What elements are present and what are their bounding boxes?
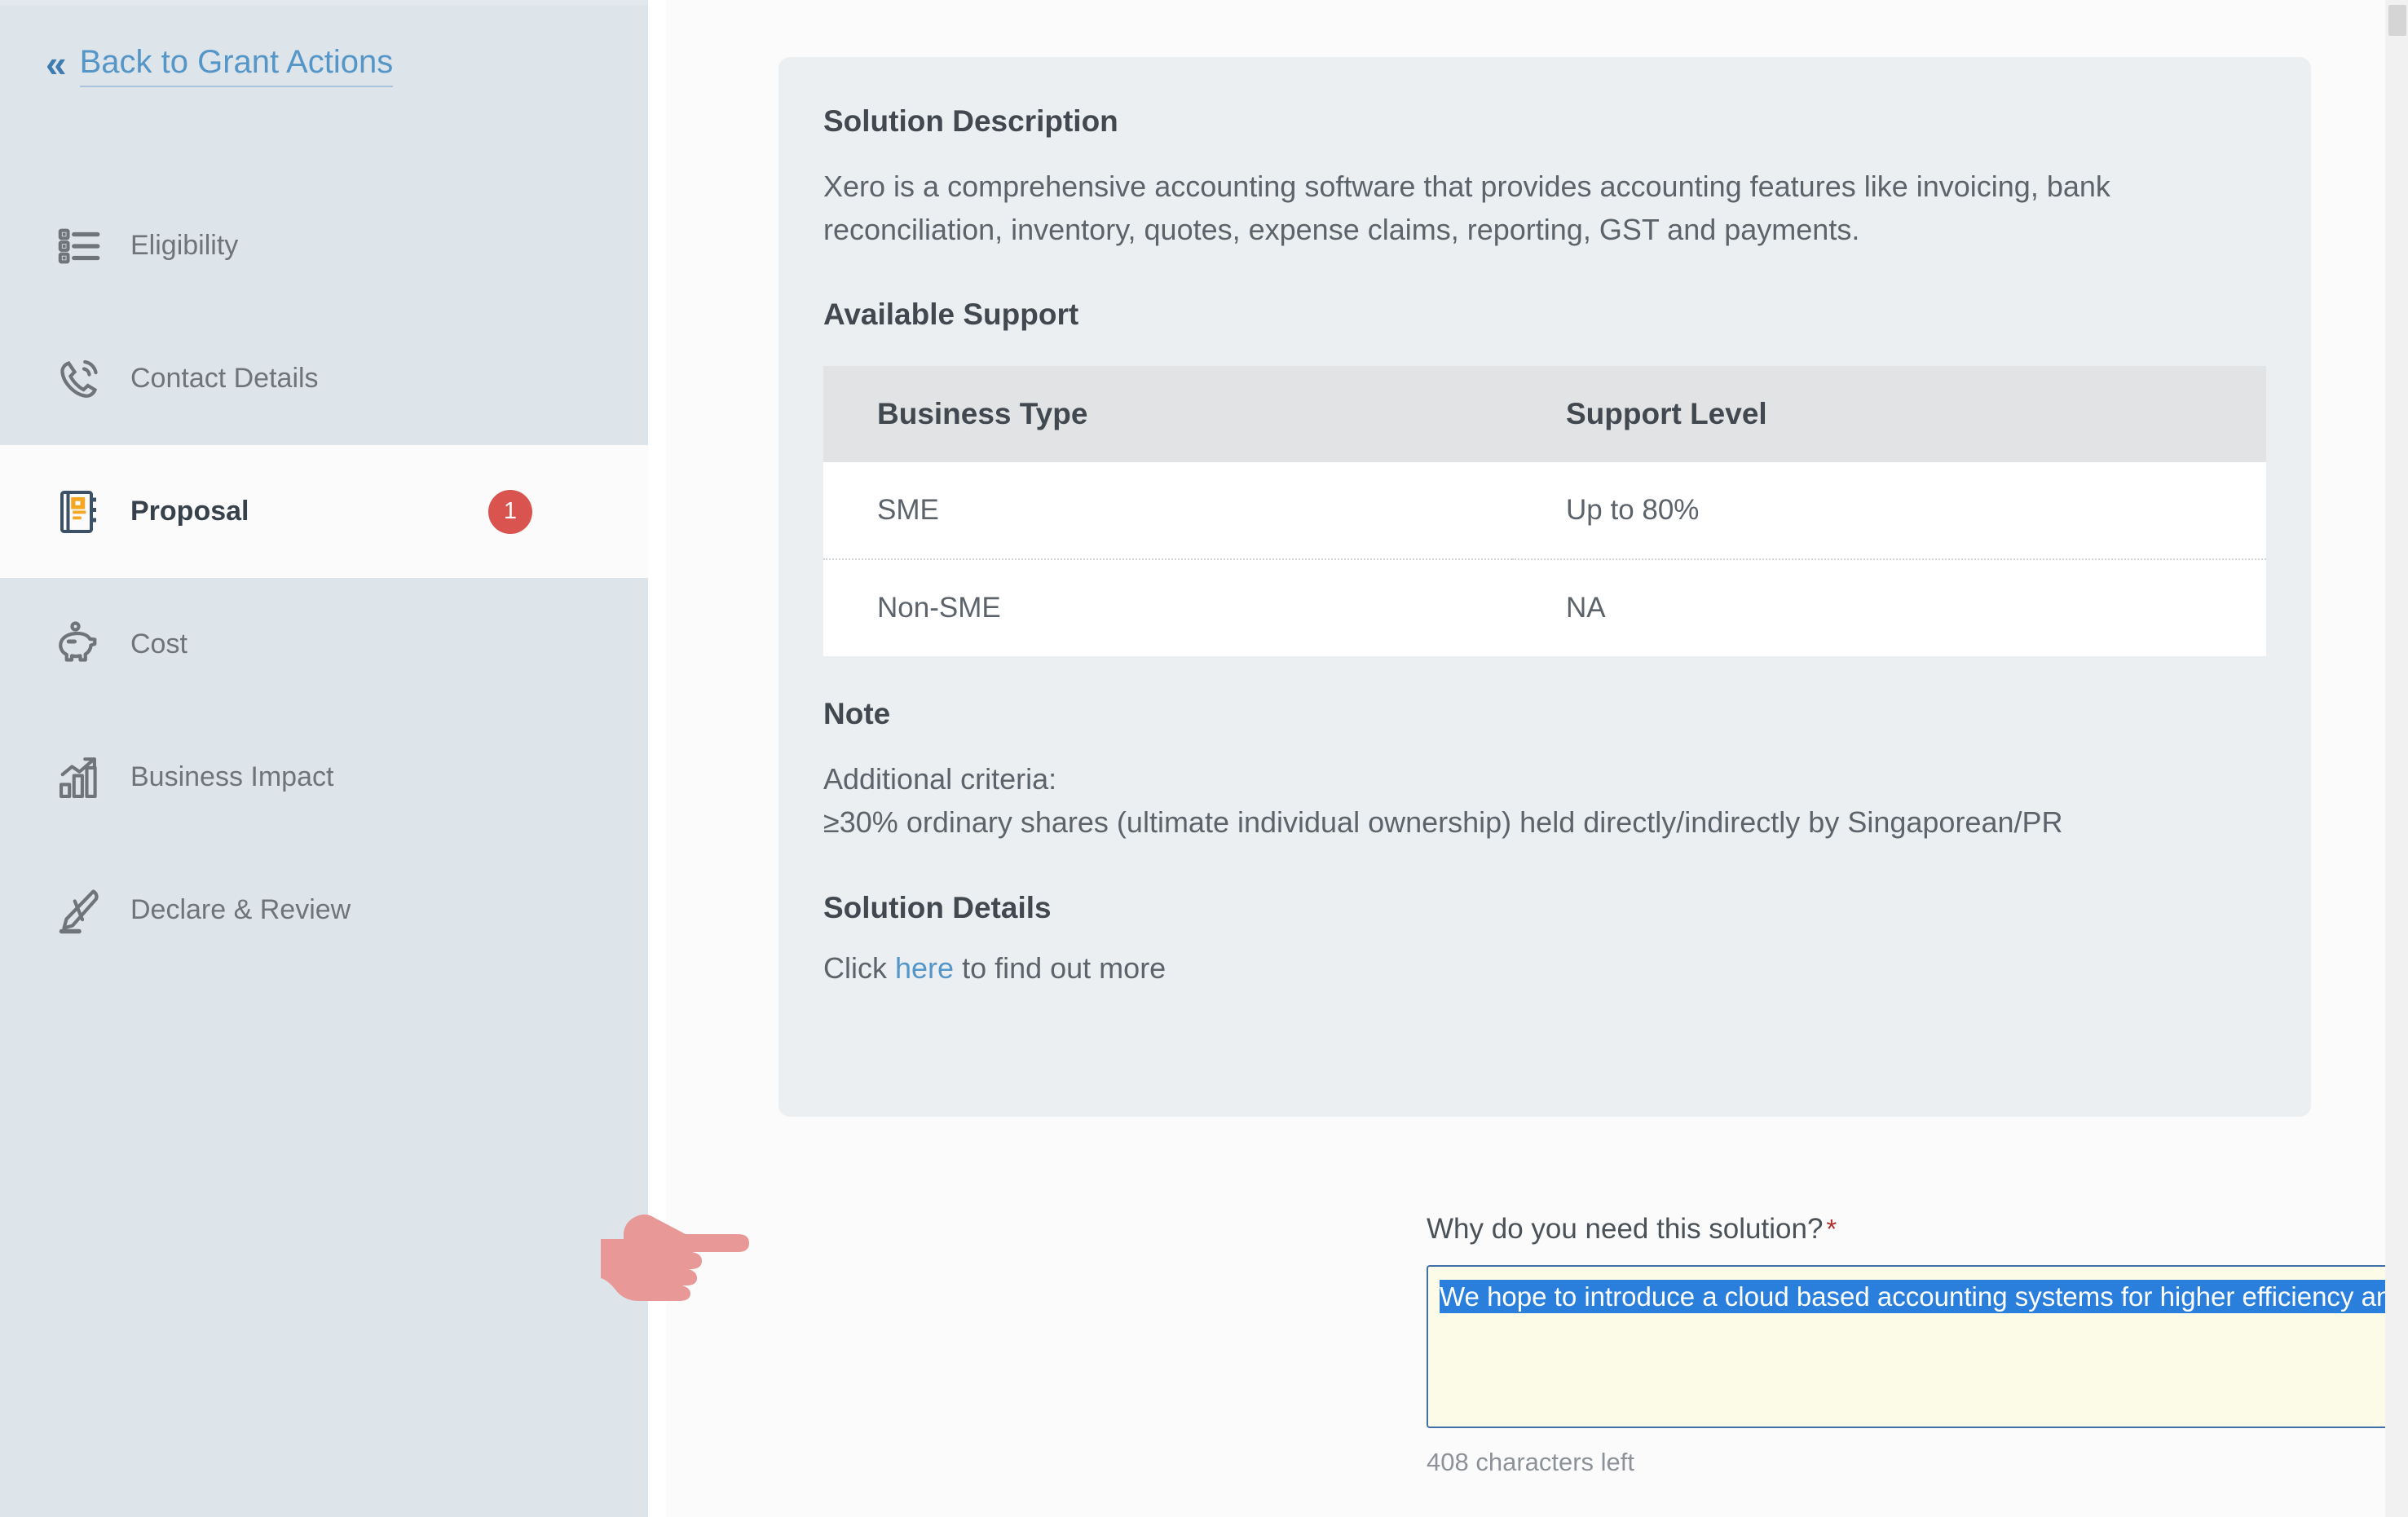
sidebar-item-declare-review[interactable]: Declare & Review bbox=[0, 844, 648, 977]
why-solution-label-text: Why do you need this solution? bbox=[1427, 1213, 1824, 1245]
note-line-shares: ≥30% ordinary shares (ultimate individua… bbox=[823, 805, 2063, 839]
status-badge: 1 bbox=[488, 489, 532, 534]
back-to-grant-actions-label: Back to Grant Actions bbox=[79, 42, 394, 87]
sidebar-item-label: Proposal bbox=[130, 496, 249, 527]
sidebar: « Back to Grant Actions Eligibility Cont… bbox=[0, 0, 648, 1517]
bar-chart-icon bbox=[51, 748, 109, 807]
double-chevron-left-icon: « bbox=[46, 42, 66, 85]
note-heading: Note bbox=[823, 696, 891, 730]
why-solution-input[interactable]: We hope to introduce a cloud based accou… bbox=[1427, 1265, 2408, 1428]
sidebar-item-label: Eligibility bbox=[130, 230, 239, 261]
pen-icon bbox=[51, 881, 109, 940]
cell-support-level: Up to 80% bbox=[1512, 461, 2266, 559]
why-solution-form-block: Why do you need this solution? * We hope … bbox=[1427, 1213, 2408, 1477]
sidebar-nav: Eligibility Contact Details Proposal 1 C… bbox=[0, 179, 648, 977]
column-header-business-type: Business Type bbox=[823, 365, 1512, 462]
details-suffix-text: to find out more bbox=[954, 951, 1167, 986]
content-left-gutter bbox=[648, 0, 666, 1517]
solution-info-card: Solution Description Xero is a comprehen… bbox=[778, 57, 2311, 1117]
sidebar-item-proposal[interactable]: Proposal 1 bbox=[0, 445, 648, 578]
back-to-grant-actions-link[interactable]: « Back to Grant Actions bbox=[46, 42, 394, 87]
support-table-head: Business Type Support Level bbox=[823, 365, 2266, 462]
available-support-heading: Available Support bbox=[823, 297, 1079, 331]
sidebar-item-contact-details[interactable]: Contact Details bbox=[0, 312, 648, 445]
main-content: Solution Description Xero is a comprehen… bbox=[648, 0, 2408, 1517]
phone-icon bbox=[51, 350, 109, 408]
support-table: Business Type Support Level SME Up to 80… bbox=[823, 365, 2266, 656]
application-window: « Back to Grant Actions Eligibility Cont… bbox=[0, 0, 2408, 1517]
table-row: SME Up to 80% bbox=[823, 461, 2266, 559]
solution-details-heading: Solution Details bbox=[823, 891, 1052, 925]
checklist-icon bbox=[51, 217, 109, 276]
support-table-body: SME Up to 80% Non-SME NA bbox=[823, 461, 2266, 656]
table-header-row: Business Type Support Level bbox=[823, 365, 2266, 462]
details-prefix-text: Click bbox=[823, 951, 895, 986]
character-counter: 408 characters left bbox=[1427, 1448, 1635, 1476]
why-solution-label: Why do you need this solution? * bbox=[1427, 1213, 2408, 1246]
sidebar-item-cost[interactable]: Cost bbox=[0, 578, 648, 711]
cell-business-type: SME bbox=[823, 461, 1512, 559]
sidebar-top-strip bbox=[0, 0, 648, 5]
scrollbar-thumb[interactable] bbox=[2388, 5, 2406, 36]
selected-answer-text: We hope to introduce a cloud based accou… bbox=[1440, 1280, 2408, 1313]
solution-description-heading: Solution Description bbox=[823, 104, 1118, 138]
sidebar-item-label: Contact Details bbox=[130, 363, 319, 394]
sidebar-item-label: Business Impact bbox=[130, 761, 334, 792]
column-header-support-level: Support Level bbox=[1512, 365, 2266, 462]
notebook-icon bbox=[51, 483, 109, 541]
solution-details-line: Click here to find out more bbox=[823, 951, 2266, 986]
sidebar-item-eligibility[interactable]: Eligibility bbox=[0, 179, 648, 312]
sidebar-item-business-impact[interactable]: Business Impact bbox=[0, 711, 648, 844]
solution-description-text: Xero is a comprehensive accounting softw… bbox=[823, 170, 2110, 247]
sidebar-item-label: Declare & Review bbox=[130, 894, 351, 925]
cell-support-level: NA bbox=[1512, 558, 2266, 656]
table-row: Non-SME NA bbox=[823, 558, 2266, 656]
sidebar-item-label: Cost bbox=[130, 628, 187, 659]
note-line-criteria: Additional criteria: bbox=[823, 761, 1057, 796]
piggy-bank-icon bbox=[51, 615, 109, 674]
vertical-scrollbar[interactable] bbox=[2385, 0, 2408, 1517]
cell-business-type: Non-SME bbox=[823, 558, 1512, 656]
required-asterisk: * bbox=[1826, 1214, 1837, 1244]
find-out-more-link[interactable]: here bbox=[895, 951, 954, 985]
